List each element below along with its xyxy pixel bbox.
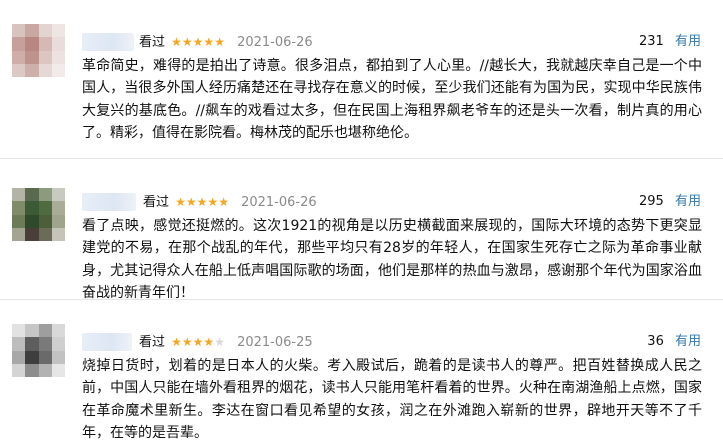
review-meta: 看过 ★★★★★ 2021-06-26	[143, 192, 317, 212]
watch-status: 看过	[143, 195, 170, 210]
review-meta: 看过 ★★★★★ 2021-06-26	[139, 32, 313, 52]
vote-count: 36	[647, 334, 664, 349]
divider	[0, 158, 723, 159]
rating-stars: ★★★★★	[175, 195, 229, 209]
star-icon: ★★★★★	[171, 35, 225, 49]
useful-button[interactable]: 有用	[675, 194, 701, 209]
vote-area: 231 有用	[639, 32, 701, 52]
review-text: 看了点映，感觉还挺燃的。这次1921的视角是以历史横截面来展现的，国际大环境的态…	[82, 218, 702, 301]
review-date: 2021-06-25	[237, 335, 313, 350]
vote-count: 295	[639, 194, 664, 209]
star-empty-icon: ★	[214, 335, 225, 349]
avatar[interactable]	[12, 324, 65, 377]
vote-area: 36 有用	[647, 332, 701, 352]
review-date: 2021-06-26	[241, 195, 317, 210]
rating-stars: ★★★★★	[171, 35, 225, 49]
username[interactable]	[82, 333, 132, 351]
rating-stars: ★★★★★	[171, 335, 225, 349]
useful-button[interactable]: 有用	[675, 34, 701, 49]
useful-button[interactable]: 有用	[675, 334, 701, 349]
avatar[interactable]	[12, 188, 65, 241]
star-icon: ★★★★	[171, 335, 215, 349]
divider	[0, 299, 723, 300]
watch-status: 看过	[139, 35, 166, 50]
username[interactable]	[82, 33, 134, 51]
vote-count: 231	[639, 34, 664, 49]
review-meta: 看过 ★★★★★ 2021-06-25	[139, 332, 313, 352]
avatar[interactable]	[12, 24, 65, 77]
vote-area: 295 有用	[639, 192, 701, 212]
review-text: 烧掉日货时，划着的是日本人的火柴。考入殿试后，跪着的是读书人的尊严。把百姓替换成…	[82, 358, 702, 441]
username[interactable]	[82, 193, 136, 211]
watch-status: 看过	[139, 335, 166, 350]
review-date: 2021-06-26	[237, 35, 313, 50]
star-icon: ★★★★★	[175, 195, 229, 209]
review-text: 革命简史，难得的是拍出了诗意。很多泪点，都拍到了人心里。//越长大，我就越庆幸自…	[82, 58, 702, 141]
